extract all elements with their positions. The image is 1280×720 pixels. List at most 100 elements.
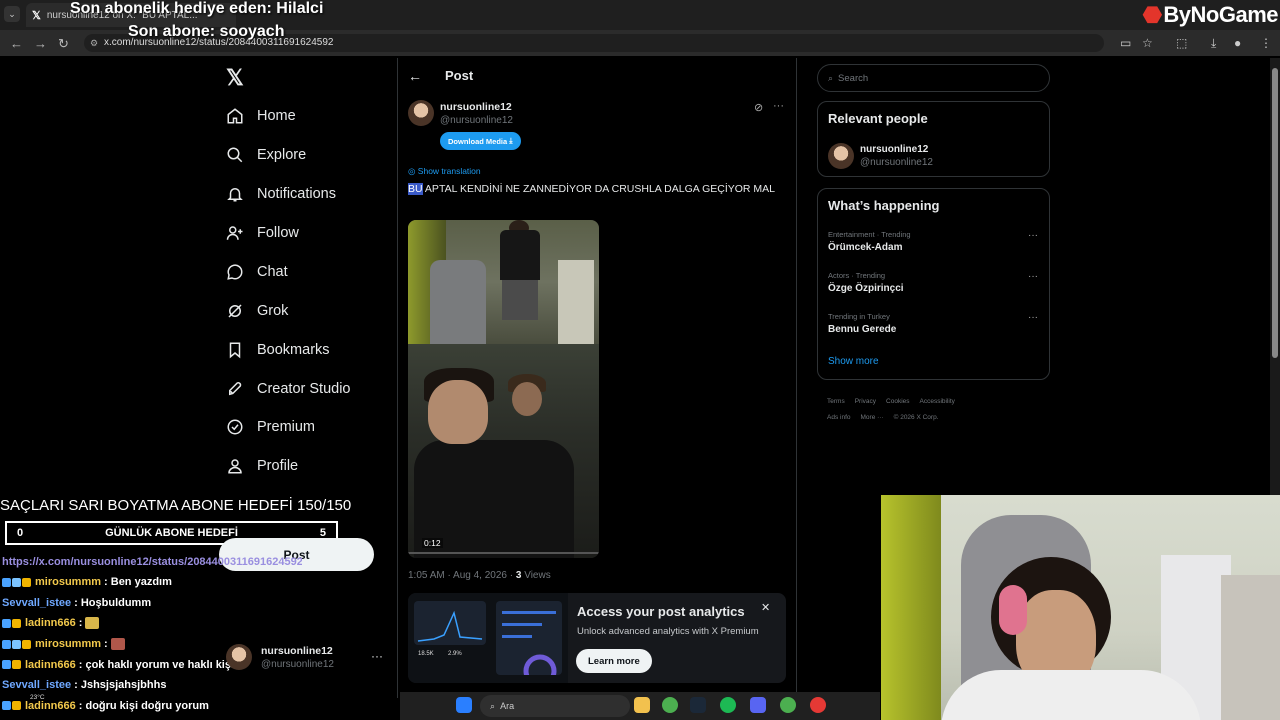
app-icon[interactable]: [810, 697, 826, 713]
trend-item[interactable]: Trending in Turkey Bennu Gerede ···: [828, 312, 1038, 335]
search-input[interactable]: ⌕ Search: [817, 64, 1050, 92]
copyright: © 2026 X Corp.: [893, 414, 939, 421]
download-media-button[interactable]: Download Media ⤓: [440, 132, 521, 150]
avatar[interactable]: [828, 143, 854, 169]
video-timecode: 0:12: [422, 538, 443, 548]
trend-title: Bennu Gerede: [828, 324, 897, 335]
post-timestamp[interactable]: 1:05 AM · Aug 4, 2026 ·: [408, 570, 516, 581]
nav-bookmarks[interactable]: Bookmarks: [226, 335, 330, 365]
x-logo-icon[interactable]: 𝕏: [226, 65, 244, 91]
author-handle[interactable]: @nursuonline12: [440, 115, 513, 126]
file-explorer-icon[interactable]: [634, 697, 650, 713]
show-more-link[interactable]: Show more: [828, 356, 879, 367]
more-icon[interactable]: ···: [1028, 312, 1038, 323]
nav-follow[interactable]: Follow: [226, 218, 299, 248]
nav-notifications-label: Notifications: [257, 186, 336, 202]
relevant-people-title: Relevant people: [828, 111, 928, 126]
footer-link[interactable]: Cookies: [886, 398, 909, 405]
site-info-icon[interactable]: ⚙: [90, 34, 98, 52]
footer-link[interactable]: Terms: [827, 398, 845, 405]
discord-icon[interactable]: [750, 697, 766, 713]
spotify-icon[interactable]: [720, 697, 736, 713]
page-title: Post: [445, 68, 474, 83]
relevant-person-name[interactable]: nursuonline12: [860, 144, 928, 155]
footer-link[interactable]: Accessibility: [920, 398, 955, 405]
steam-icon[interactable]: [690, 697, 706, 713]
grok-icon[interactable]: ⊘: [754, 101, 763, 114]
menu-icon[interactable]: ⋮: [1260, 36, 1272, 50]
bell-icon: [226, 185, 244, 203]
learn-more-button[interactable]: Learn more: [576, 649, 652, 673]
footer-link[interactable]: Ads info: [827, 414, 851, 421]
video-progress[interactable]: [408, 552, 599, 554]
reload-icon[interactable]: ↻: [58, 36, 69, 52]
emote-icon: [85, 617, 100, 630]
video-frame-top: [408, 220, 599, 344]
nav-chat[interactable]: Chat: [226, 257, 288, 287]
chat-message: ladinn666 : doğru kişi doğru yorum: [2, 696, 302, 717]
whats-happening-title: What’s happening: [828, 198, 940, 213]
nav-home[interactable]: Home: [226, 101, 296, 131]
last-sub-overlay: Son abone: sooyach: [128, 23, 285, 40]
chrome-icon[interactable]: [662, 697, 678, 713]
daily-goal-current: 0: [17, 527, 24, 539]
more-icon[interactable]: ···: [773, 100, 784, 112]
chat-badges: [2, 618, 22, 628]
chat-text: : doğru kişi doğru yorum: [78, 699, 209, 712]
bookmark-star-icon[interactable]: ☆: [1142, 36, 1153, 50]
nav-explore[interactable]: Explore: [226, 140, 306, 170]
footer-link[interactable]: More ···: [861, 414, 884, 421]
back-arrow-icon[interactable]: ←: [408, 68, 422, 84]
account-name: nursuonline12: [261, 645, 333, 657]
chat-username: ladinn666: [25, 617, 76, 630]
trend-title: Özge Özpirinçci: [828, 283, 904, 294]
scrollbar-thumb[interactable]: [1272, 68, 1278, 358]
analytics-description: Unlock advanced analytics with X Premium: [577, 626, 759, 637]
extensions-icon[interactable]: ⬚: [1176, 36, 1187, 50]
footer-link[interactable]: Privacy: [855, 398, 876, 405]
trend-item[interactable]: Actors · Trending Özge Özpirinçci ···: [828, 271, 1038, 294]
nav-notifications[interactable]: Notifications: [226, 179, 336, 209]
account-switcher[interactable]: nursuonline12 @nursuonline12 ···: [226, 642, 386, 676]
forward-icon[interactable]: →: [34, 36, 47, 51]
search-placeholder: Search: [838, 72, 869, 84]
chat-username: ladinn666: [25, 658, 76, 671]
more-icon[interactable]: ···: [371, 649, 383, 663]
chat-text: : Hoşbuldumm: [74, 596, 152, 609]
chat-text: :: [78, 617, 83, 630]
nav-premium[interactable]: Premium: [226, 412, 315, 442]
translate-icon: ◎: [408, 166, 416, 176]
webcam-overlay: [881, 495, 1280, 720]
taskbar-search[interactable]: ⌕ Ara: [480, 695, 630, 717]
trend-item[interactable]: Entertainment · Trending Örümcek-Adam ··…: [828, 230, 1038, 253]
more-icon[interactable]: ···: [1028, 271, 1038, 282]
profile-icon[interactable]: ●: [1234, 36, 1241, 50]
analytics-title: Access your post analytics: [577, 604, 745, 619]
more-icon[interactable]: ···: [1028, 230, 1038, 241]
author-name[interactable]: nursuonline12: [440, 101, 512, 113]
download-icon[interactable]: ⤓: [1211, 36, 1216, 51]
whats-happening-card: What’s happening Entertainment · Trendin…: [817, 188, 1050, 380]
verified-icon: [226, 418, 244, 436]
nav-grok[interactable]: Grok: [226, 296, 288, 326]
nav-creator-studio[interactable]: Creator Studio: [226, 374, 351, 404]
gift-overlay: Son abonelik hediye eden: Hilalci: [70, 0, 324, 17]
chat-badges: [2, 639, 32, 649]
start-icon[interactable]: [456, 697, 472, 713]
tab-list-button[interactable]: ⌄: [4, 6, 20, 22]
chat-username: Sevvall_istee: [2, 679, 72, 692]
trend-category: Trending in Turkey: [828, 312, 890, 321]
show-translation-link[interactable]: ◎ Show translation: [408, 166, 481, 177]
weather-widget[interactable]: 23°C: [30, 694, 45, 701]
nav-profile[interactable]: Profile: [226, 451, 298, 481]
author-avatar[interactable]: [408, 100, 434, 126]
chrome-active-icon[interactable]: [780, 697, 796, 713]
post-video[interactable]: 0:12: [408, 220, 599, 558]
cast-icon[interactable]: ▭: [1120, 36, 1131, 50]
trend-title: Örümcek-Adam: [828, 242, 903, 253]
back-icon[interactable]: ←: [10, 36, 23, 51]
chat-badges: [2, 701, 22, 711]
trend-category: Actors · Trending: [828, 271, 886, 280]
close-icon[interactable]: ✕: [761, 601, 770, 614]
nav-follow-label: Follow: [257, 225, 299, 241]
